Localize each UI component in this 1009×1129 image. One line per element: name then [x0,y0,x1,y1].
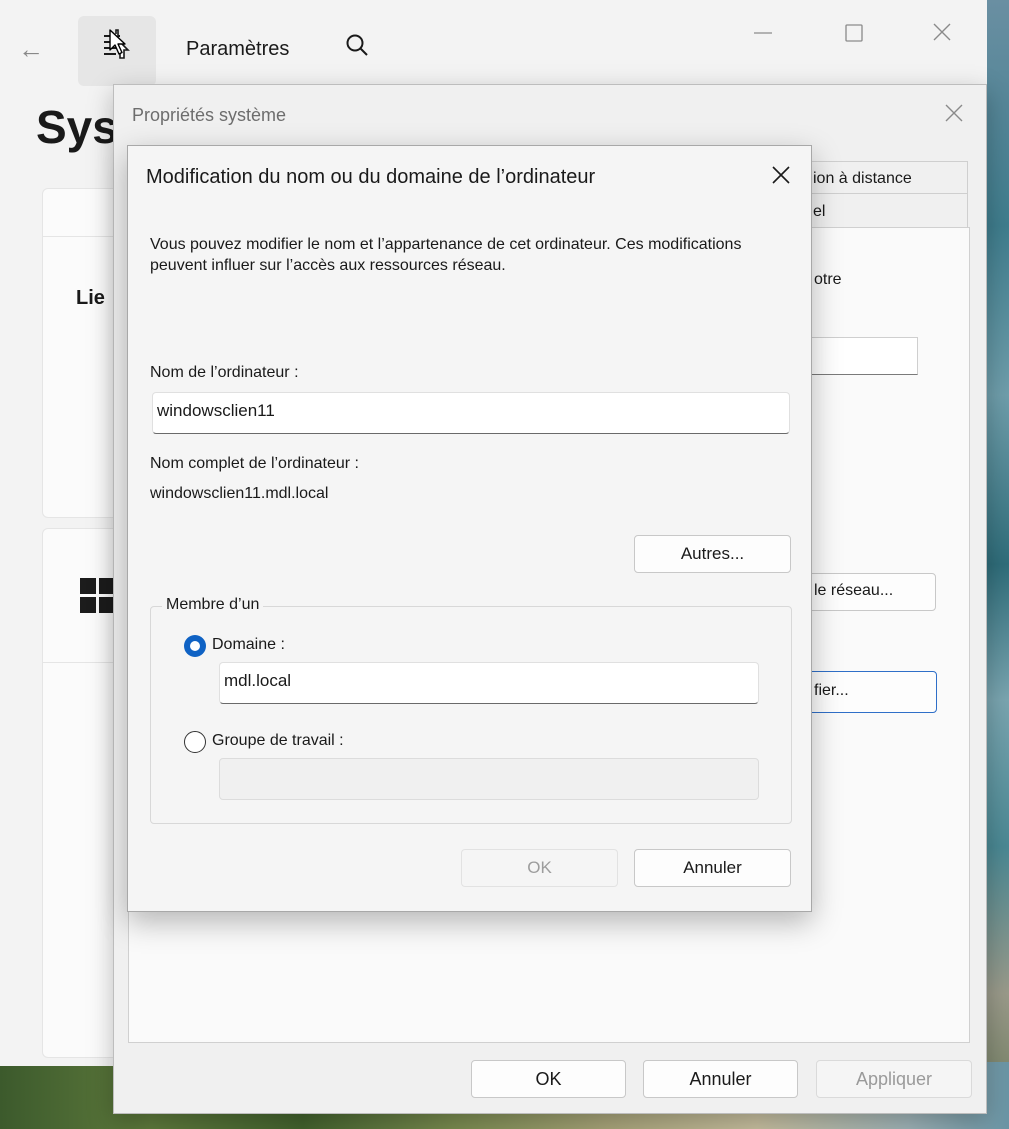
rename-computer-dialog: Modification du nom ou du domaine de l’o… [127,145,812,912]
modify-button-label: fier... [814,682,849,699]
close-icon[interactable] [770,164,792,186]
workgroup-radio[interactable] [184,731,206,753]
tab-hardware-label: el [813,203,826,220]
domain-radio[interactable] [184,635,206,657]
close-icon[interactable] [930,20,954,44]
apply-button: Appliquer [816,1060,972,1098]
ok-button[interactable]: OK [471,1060,626,1098]
page-heading: Sys [36,101,118,153]
system-properties-title: Propriétés système [132,105,287,125]
dialog-title: Modification du nom ou du domaine de l’o… [146,166,596,188]
tab-hardware[interactable] [804,193,968,227]
full-name-label: Nom complet de l’ordinateur : [150,455,359,472]
back-arrow-icon[interactable]: ← [18,36,44,62]
cancel-button[interactable]: Annuler [643,1060,798,1098]
search-icon[interactable] [344,32,370,58]
maximize-icon[interactable] [843,22,865,44]
close-icon[interactable] [944,103,964,123]
minimize-icon[interactable] [752,22,774,44]
cancel-button[interactable]: Annuler [634,849,791,887]
tab-remote-label: ion à distance [813,170,912,187]
app-title: Paramètres [186,38,290,60]
mouse-cursor-icon [109,29,126,55]
dialog-description: Vous pouvez modifier le nom et l’apparte… [150,236,742,274]
computer-name-label: Nom de l’ordinateur : [150,364,299,381]
description-field[interactable] [804,337,918,375]
card-label: Lie [76,287,105,309]
domain-label: Domaine : [212,636,285,653]
description-text: otre [814,271,842,288]
ok-button: OK [461,849,618,887]
workgroup-input [219,758,759,800]
desktop-wallpaper-right [985,0,1009,1129]
domain-input[interactable]: mdl.local [219,662,759,704]
windows-logo-icon [80,578,116,614]
workgroup-label: Groupe de travail : [212,732,344,749]
full-name-value: windowsclien11.mdl.local [150,485,329,502]
more-button[interactable]: Autres... [634,535,791,573]
computer-name-input[interactable]: windowsclien11 [152,392,790,434]
network-id-button-label: le réseau... [814,582,894,599]
member-of-label: Membre d’un [162,596,264,614]
